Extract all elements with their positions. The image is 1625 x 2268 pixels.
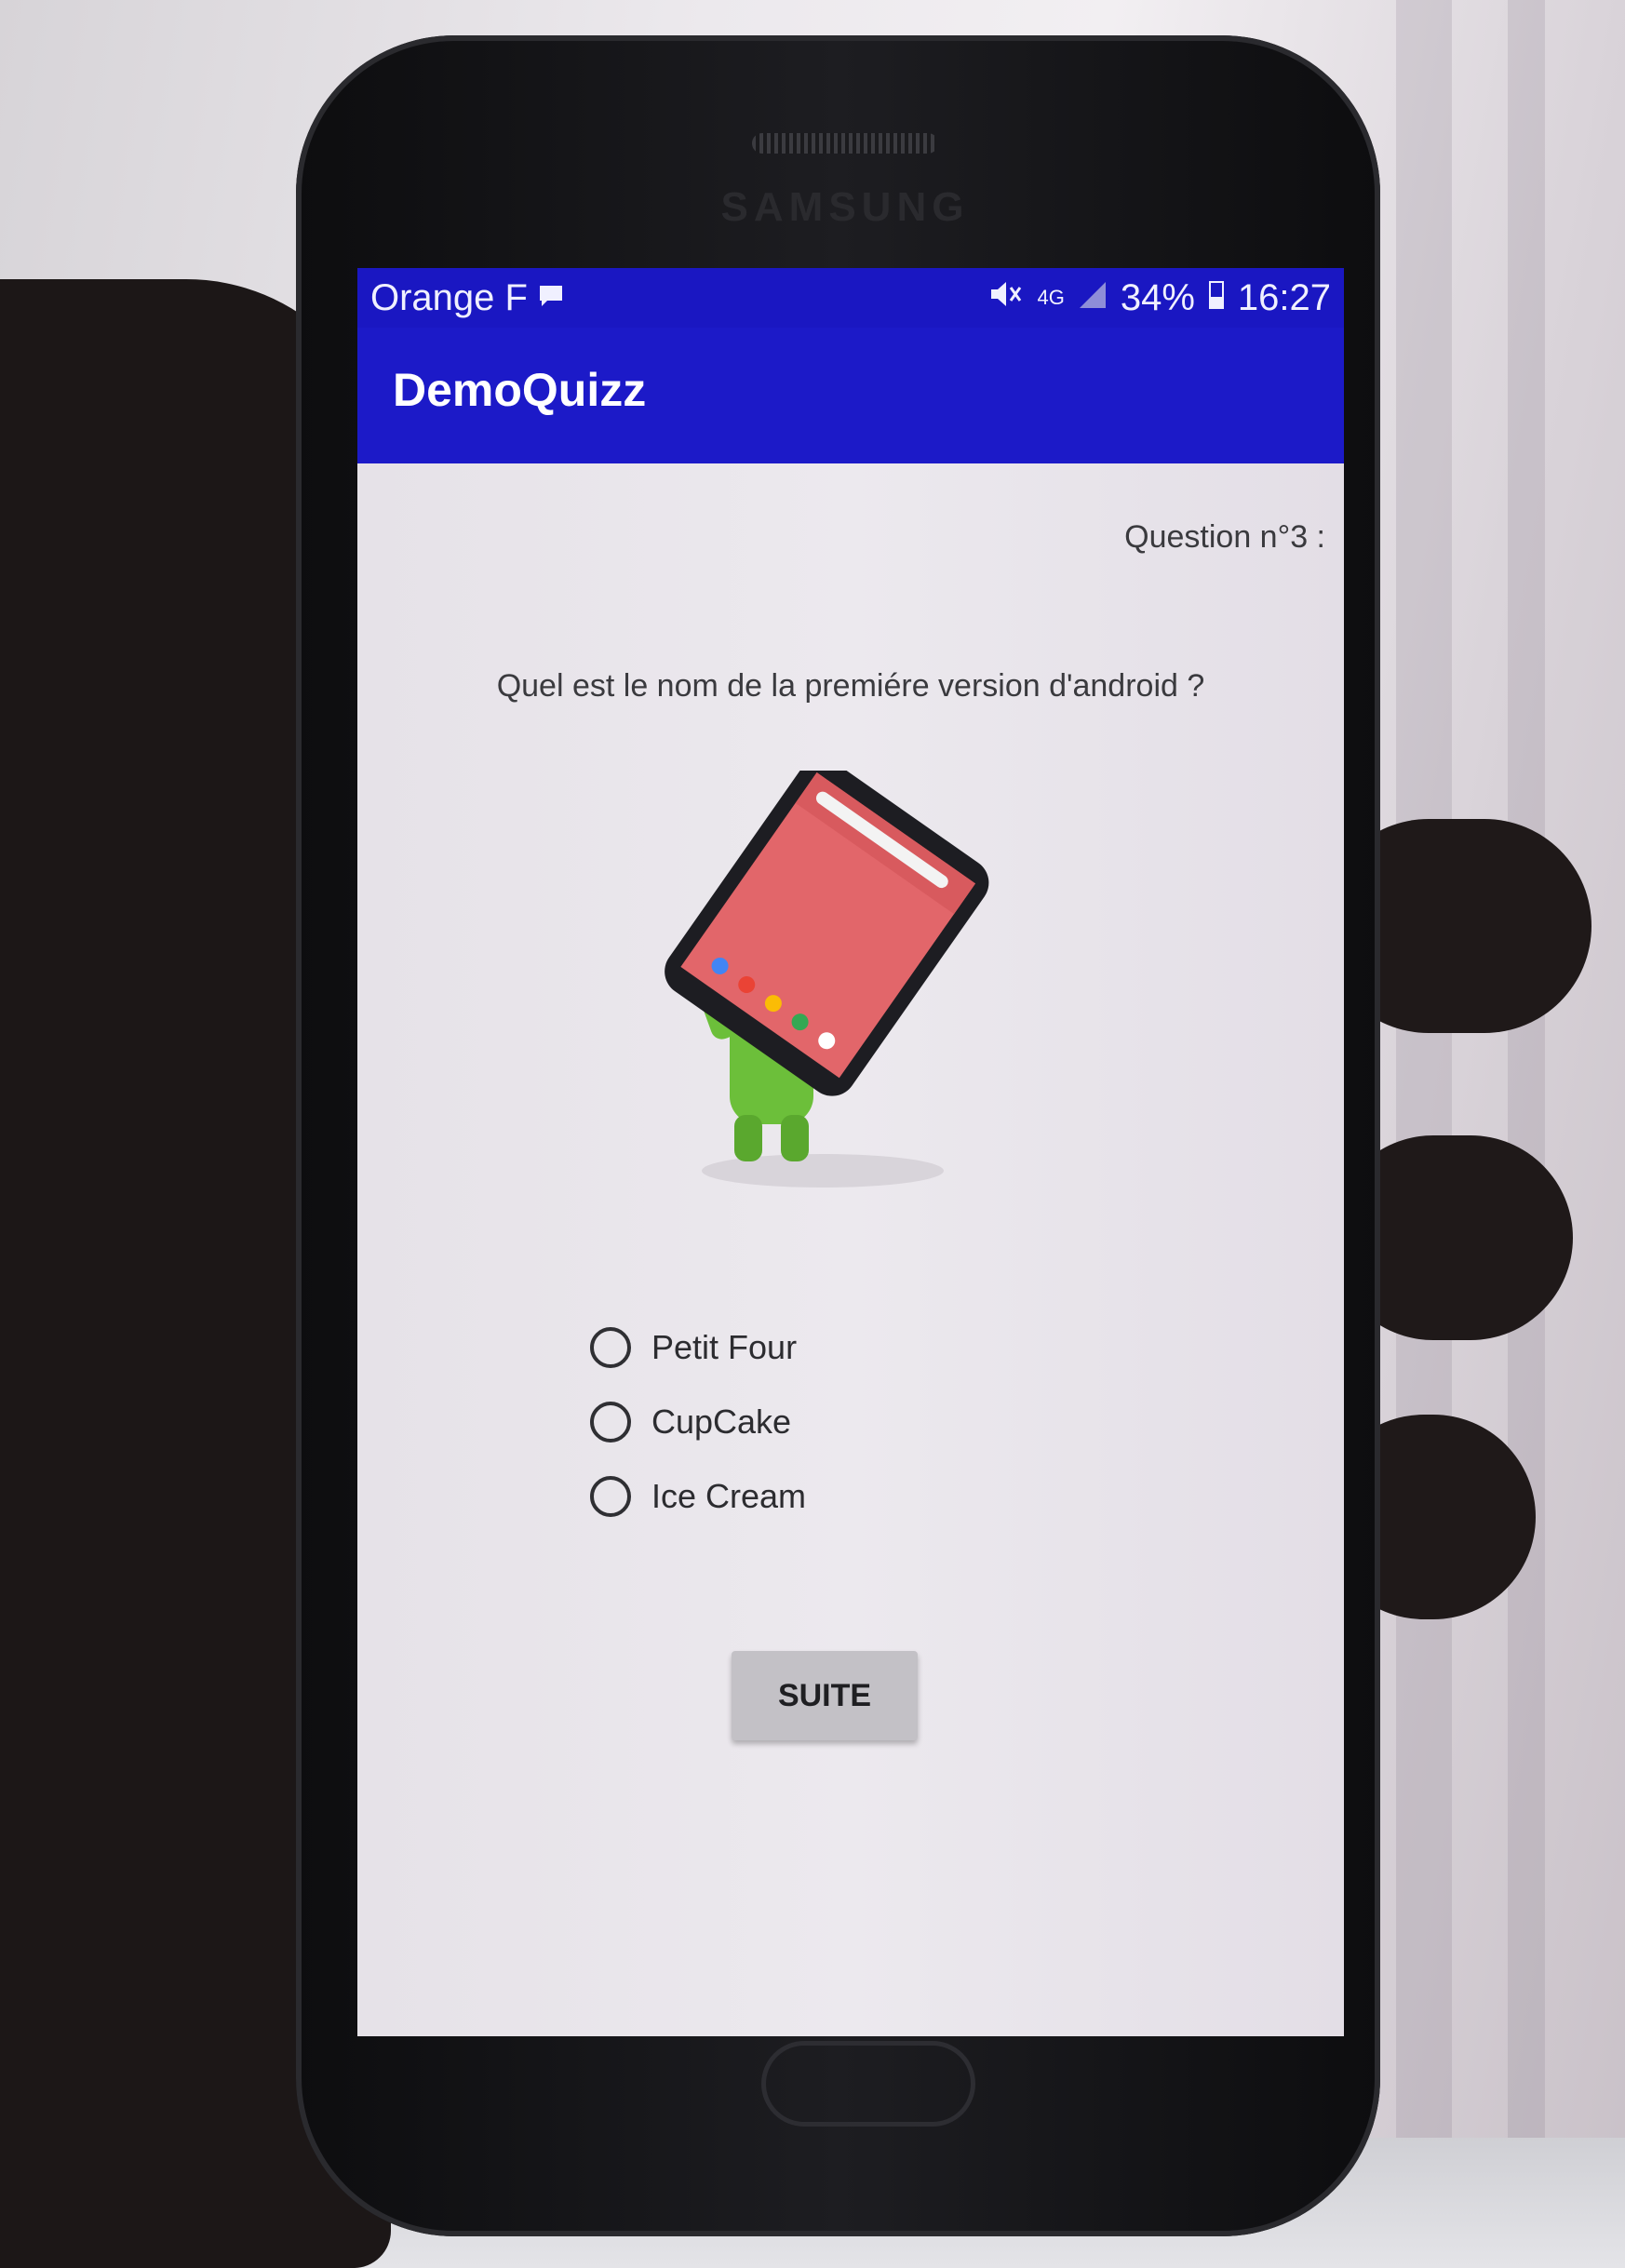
signal-icon: [1078, 277, 1108, 319]
answer-options: Petit Four CupCake Ice Cream: [590, 1310, 806, 1534]
question-number: Question n°3 :: [1124, 519, 1325, 555]
app-bar: DemoQuizz: [357, 328, 1344, 463]
message-icon: [537, 277, 565, 319]
curtain-fold: [1508, 0, 1545, 2268]
smartphone-icon: [665, 758, 989, 1096]
network-type: 4G: [1037, 286, 1065, 309]
option-label: Petit Four: [651, 1328, 798, 1366]
option-label: Ice Cream: [651, 1477, 807, 1515]
option-petit-four[interactable]: Petit Four: [590, 1310, 806, 1385]
device-brand: SAMSUNG: [720, 184, 970, 230]
mute-icon: [988, 277, 1024, 319]
home-button[interactable]: [761, 2041, 975, 2127]
carrier-name: Orange F: [370, 276, 528, 318]
radio-button[interactable]: [590, 1402, 631, 1443]
radio-button[interactable]: [590, 1476, 631, 1517]
screen: Orange F 4G 34% 16:27 DemoQuizz Question…: [357, 268, 1344, 2036]
earpiece-speaker: [752, 133, 938, 154]
app-title: DemoQuizz: [393, 364, 647, 416]
status-bar: Orange F 4G 34% 16:27: [357, 268, 1344, 328]
curtain-fold: [1396, 0, 1452, 2268]
radio-button[interactable]: [590, 1327, 631, 1368]
phone-frame: SAMSUNG Orange F 4G 34% 16:27 DemoQuizz …: [296, 35, 1380, 2236]
battery-level: 34%: [1120, 276, 1195, 318]
option-label: CupCake: [651, 1402, 792, 1441]
clock: 16:27: [1237, 276, 1331, 318]
battery-icon: [1208, 277, 1225, 319]
option-cupcake[interactable]: CupCake: [590, 1385, 806, 1459]
android-illustration: [637, 758, 1027, 1199]
next-button[interactable]: SUITE: [732, 1651, 918, 1740]
question-text: Quel est le nom de la premiére version d…: [496, 668, 1205, 704]
option-ice-cream[interactable]: Ice Cream: [590, 1459, 806, 1534]
